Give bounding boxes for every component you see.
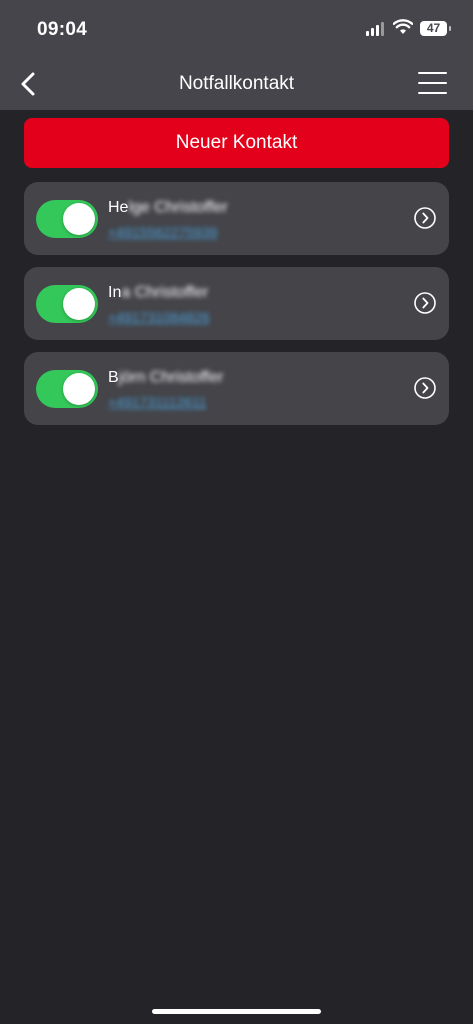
contact-toggle[interactable] <box>36 285 98 323</box>
home-indicator[interactable] <box>152 1009 321 1014</box>
chevron-right-circle-icon[interactable] <box>414 207 436 229</box>
contact-phone-link[interactable]: +4915562275939 <box>108 224 217 240</box>
contact-name: Ina Christoffer <box>108 284 209 301</box>
contact-toggle[interactable] <box>36 200 98 238</box>
status-bar: 09:04 47 <box>0 0 473 60</box>
page-title: Notfallkontakt <box>178 73 295 94</box>
cellular-signal-icon <box>366 22 386 36</box>
chevron-right-circle-icon[interactable] <box>414 292 436 314</box>
contact-card[interactable]: Ina Christoffer +491731084826 <box>24 267 449 340</box>
app-screen: 09:04 47 Notfallkontakt Neuer Kontakt He… <box>0 0 473 1024</box>
chevron-right-circle-icon[interactable] <box>414 377 436 399</box>
contact-name: Helge Christoffer <box>108 199 228 216</box>
hamburger-menu-icon[interactable] <box>418 72 448 96</box>
contact-card[interactable]: Björn Christoffer +491731112611 <box>24 352 449 425</box>
contact-phone-link[interactable]: +491731112611 <box>108 394 207 410</box>
status-time: 09:04 <box>37 19 88 40</box>
battery-icon: 47 <box>420 21 451 36</box>
contact-phone-link[interactable]: +491731084826 <box>108 309 210 325</box>
contact-toggle[interactable] <box>36 370 98 408</box>
wifi-icon <box>393 19 413 34</box>
navigation-bar: Notfallkontakt <box>0 60 473 110</box>
contact-name: Björn Christoffer <box>108 369 224 386</box>
new-contact-button[interactable]: Neuer Kontakt <box>24 118 449 168</box>
contact-card[interactable]: Helge Christoffer +4915562275939 <box>24 182 449 255</box>
